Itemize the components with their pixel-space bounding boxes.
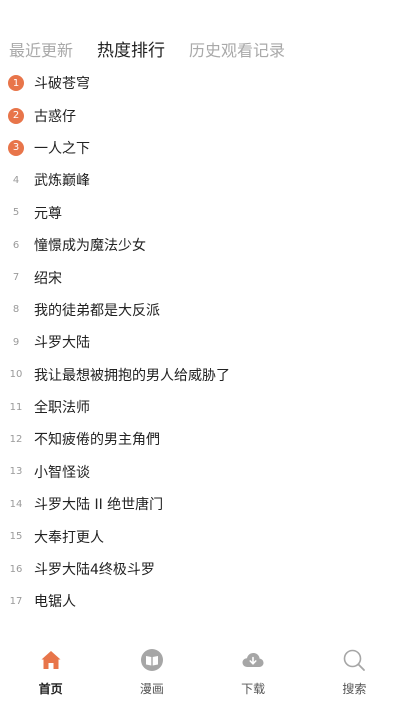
ranking-row[interactable]: 13 小智怪谈	[0, 456, 405, 488]
ranking-title: 我让最想被拥抱的男人给威胁了	[34, 367, 230, 384]
ranking-row[interactable]: 14 斗罗大陆 II 绝世唐门	[0, 488, 405, 520]
nav-search[interactable]: 搜索	[304, 628, 405, 720]
ranking-row[interactable]: 11 全职法师	[0, 391, 405, 423]
ranking-row[interactable]: 2 古惑仔	[0, 99, 405, 131]
nav-download-label: 下载	[241, 682, 266, 696]
ranking-title: 斗罗大陆4终极斗罗	[34, 562, 155, 579]
rank-number: 6	[12, 239, 20, 251]
search-icon	[344, 649, 366, 671]
rank-number: 13	[9, 466, 23, 478]
rank-number: 15	[9, 531, 23, 543]
rank-number: 9	[12, 336, 20, 348]
ranking-title: 小智怪谈	[34, 464, 90, 481]
ranking-row[interactable]: 5 元尊	[0, 197, 405, 229]
nav-comics[interactable]: 漫画	[101, 628, 202, 720]
rank-number: 7	[12, 272, 20, 284]
ranking-title: 全职法师	[34, 400, 90, 417]
ranking-row[interactable]: 1 斗破苍穹	[0, 67, 405, 99]
bottom-nav: 首页 漫画 下载 搜索	[0, 628, 405, 720]
tab-watch-history[interactable]: 历史观看记录	[189, 37, 285, 61]
ranking-title: 古惑仔	[34, 108, 76, 125]
top-tab-bar: 最近更新 热度排行 历史观看记录	[0, 0, 405, 66]
nav-home-label: 首页	[38, 682, 63, 696]
rank-badge: 2	[8, 107, 24, 124]
rank-badge: 3	[8, 139, 24, 156]
ranking-title: 武炼巅峰	[34, 173, 90, 190]
ranking-title: 大奉打更人	[34, 529, 104, 546]
ranking-title: 绍宋	[34, 270, 62, 287]
nav-home[interactable]: 首页	[0, 628, 101, 720]
ranking-title: 不知疲倦的男主角們	[34, 432, 160, 449]
ranking-row[interactable]: 16 斗罗大陆4终极斗罗	[0, 553, 405, 585]
rank-number: 16	[9, 563, 23, 575]
ranking-title: 斗罗大陆	[34, 335, 90, 352]
ranking-title: 斗破苍穹	[34, 76, 90, 93]
comic-book-icon	[140, 649, 163, 671]
tab-recent-updates[interactable]: 最近更新	[9, 37, 73, 61]
cloud-download-icon	[242, 653, 264, 667]
ranking-row[interactable]: 3 一人之下	[0, 132, 405, 164]
ranking-title: 憧憬成为魔法少女	[34, 238, 146, 255]
nav-comics-label: 漫画	[139, 682, 164, 696]
tab-hot-ranking[interactable]: 热度排行	[97, 36, 165, 61]
ranking-row[interactable]: 12 不知疲倦的男主角們	[0, 423, 405, 455]
ranking-row[interactable]: 4 武炼巅峰	[0, 164, 405, 196]
ranking-title: 我的徒弟都是大反派	[34, 302, 160, 319]
ranking-row[interactable]: 6 憧憬成为魔法少女	[0, 229, 405, 261]
ranking-row[interactable]: 10 我让最想被拥抱的男人给威胁了	[0, 359, 405, 391]
nav-search-label: 搜索	[342, 682, 367, 696]
ranking-row[interactable]: 8 我的徒弟都是大反派	[0, 294, 405, 326]
rank-number: 11	[9, 401, 23, 413]
rank-number: 4	[12, 174, 20, 186]
ranking-row[interactable]: 9 斗罗大陆	[0, 326, 405, 358]
nav-download[interactable]: 下载	[203, 628, 304, 720]
rank-badge: 1	[8, 75, 24, 92]
home-icon	[41, 651, 61, 669]
rank-number: 14	[9, 498, 23, 510]
rank-number: 5	[12, 207, 20, 219]
rank-number: 10	[9, 369, 23, 381]
rank-number: 17	[9, 595, 23, 607]
ranking-row[interactable]: 7 绍宋	[0, 261, 405, 293]
rank-number: 12	[9, 433, 23, 445]
ranking-list: 1 斗破苍穹 2 古惑仔 3 一人之下 4 武炼巅峰 5 元尊 6 憧憬成为魔法少女 7 绍宋 8 我的徒弟都…	[0, 67, 405, 618]
ranking-row[interactable]: 17 电锯人	[0, 585, 405, 617]
rank-number: 8	[12, 304, 20, 316]
ranking-title: 一人之下	[34, 140, 90, 157]
ranking-title: 电锯人	[34, 594, 76, 611]
ranking-row[interactable]: 15 大奉打更人	[0, 520, 405, 552]
ranking-title: 斗罗大陆 II 绝世唐门	[34, 497, 164, 514]
ranking-title: 元尊	[34, 205, 62, 222]
